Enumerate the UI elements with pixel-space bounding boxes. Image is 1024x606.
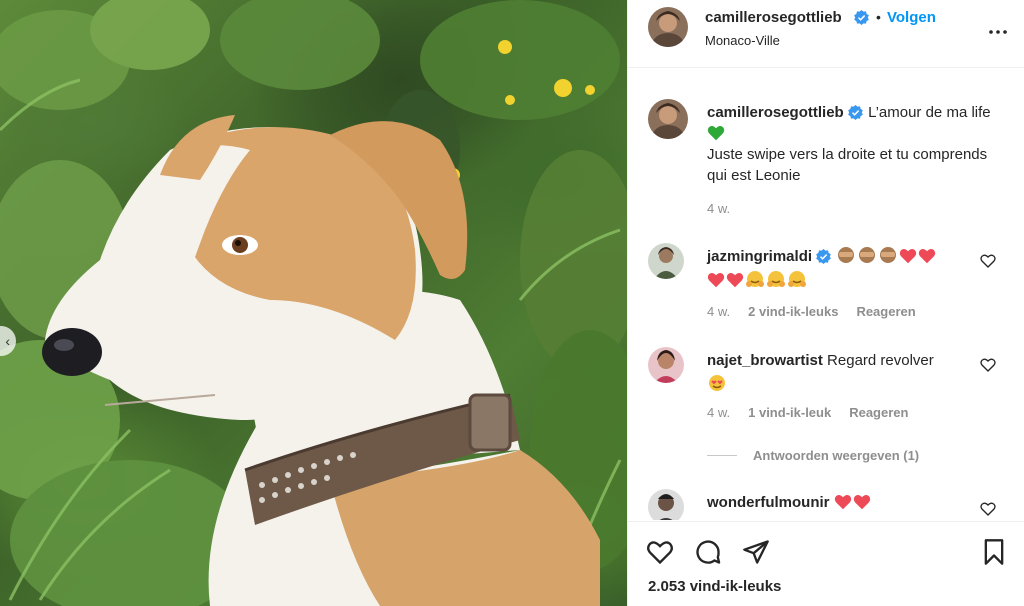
like-comment-heart-icon[interactable] <box>980 357 996 373</box>
caption-author-avatar[interactable] <box>648 99 688 139</box>
follow-button[interactable]: Volgen <box>887 9 936 26</box>
save-bookmark-icon[interactable] <box>980 538 1008 566</box>
header-separator: • <box>876 9 881 25</box>
like-comment-heart-icon[interactable] <box>980 253 996 269</box>
commenter-avatar[interactable] <box>648 243 684 279</box>
comment-likes-count[interactable]: 2 vind-ik-leuks <box>748 304 838 319</box>
comments-list[interactable]: camillerosegottlieb L’amour de ma life J… <box>628 69 1024 520</box>
post-caption: camillerosegottlieb L’amour de ma life J… <box>707 102 997 186</box>
comment-likes-count[interactable]: 1 vind-ik-leuk <box>748 405 831 420</box>
like-heart-icon[interactable] <box>646 538 674 566</box>
caption-timestamp: 4 w. <box>707 201 731 216</box>
post-actions-bar: 2.053 vind-ik-leuks <box>628 521 1024 606</box>
dog-photo-illustration <box>0 0 627 606</box>
caption-line-1: L’amour de ma life <box>868 104 991 121</box>
comment-username[interactable]: wonderfulmounir <box>707 494 830 511</box>
comment-text: jazmingrimaldi <box>707 245 977 293</box>
author-username[interactable]: camillerosegottlieb <box>705 9 842 26</box>
view-replies-button[interactable]: Antwoorden weergeven (1) <box>707 448 919 463</box>
comment-text: najet_browartist Regard revolver <box>707 349 977 397</box>
post-header: camillerosegottlieb • Volgen Monaco-Vill… <box>628 0 1024 68</box>
commenter-avatar[interactable] <box>648 489 684 520</box>
post-photo[interactable]: ‹ <box>0 0 627 606</box>
hugging-face-emoji-icon <box>767 271 785 287</box>
comment-meta: 4 w. 1 vind-ik-leuk Reageren <box>707 405 908 420</box>
author-avatar[interactable] <box>648 7 688 47</box>
post-location[interactable]: Monaco-Ville <box>705 33 780 48</box>
red-heart-icon <box>707 272 725 288</box>
verified-badge-icon <box>848 105 863 120</box>
reply-button[interactable]: Reageren <box>849 405 908 420</box>
red-heart-icon <box>900 248 917 264</box>
comment-meta: 4 w. 2 vind-ik-leuks Reageren <box>707 304 916 319</box>
hugging-face-emoji-icon <box>746 271 764 287</box>
comment-body: Regard revolver <box>827 352 934 369</box>
verified-badge-icon <box>854 10 869 25</box>
heart-eyes-emoji-icon <box>709 375 725 391</box>
more-options-icon[interactable] <box>986 22 1010 42</box>
red-heart-icon <box>919 248 936 264</box>
post-side-panel: camillerosegottlieb • Volgen Monaco-Vill… <box>627 0 1024 606</box>
red-heart-icon <box>853 494 870 510</box>
green-heart-icon <box>707 125 725 141</box>
comment-username[interactable]: jazmingrimaldi <box>707 248 812 265</box>
red-heart-icon <box>726 272 744 288</box>
see-no-evil-monkey-emoji-icon <box>859 247 876 263</box>
see-no-evil-monkey-emoji-icon <box>838 247 855 263</box>
reply-button[interactable]: Reageren <box>856 304 915 319</box>
hugging-face-emoji-icon <box>788 271 806 287</box>
comment-timestamp: 4 w. <box>707 405 731 420</box>
chevron-left-icon: ‹ <box>5 333 10 349</box>
comment-bubble-icon[interactable] <box>694 538 722 566</box>
red-heart-icon <box>834 494 851 510</box>
view-replies-label: Antwoorden weergeven (1) <box>753 448 920 463</box>
post-likes-count[interactable]: 2.053 vind-ik-leuks <box>648 578 781 595</box>
verified-badge-icon <box>816 249 832 264</box>
comment-timestamp: 4 w. <box>707 304 731 319</box>
commenter-avatar[interactable] <box>648 347 684 383</box>
see-no-evil-monkey-emoji-icon <box>880 247 897 263</box>
comment-username[interactable]: najet_browartist <box>707 352 823 369</box>
like-comment-heart-icon[interactable] <box>980 501 996 517</box>
comment-text: wonderfulmounir <box>707 491 977 515</box>
caption-username[interactable]: camillerosegottlieb <box>707 104 844 121</box>
replies-divider-line <box>707 455 737 456</box>
share-paper-plane-icon[interactable] <box>742 538 770 566</box>
caption-line-2: Juste swipe vers la droite et tu compren… <box>707 146 988 184</box>
